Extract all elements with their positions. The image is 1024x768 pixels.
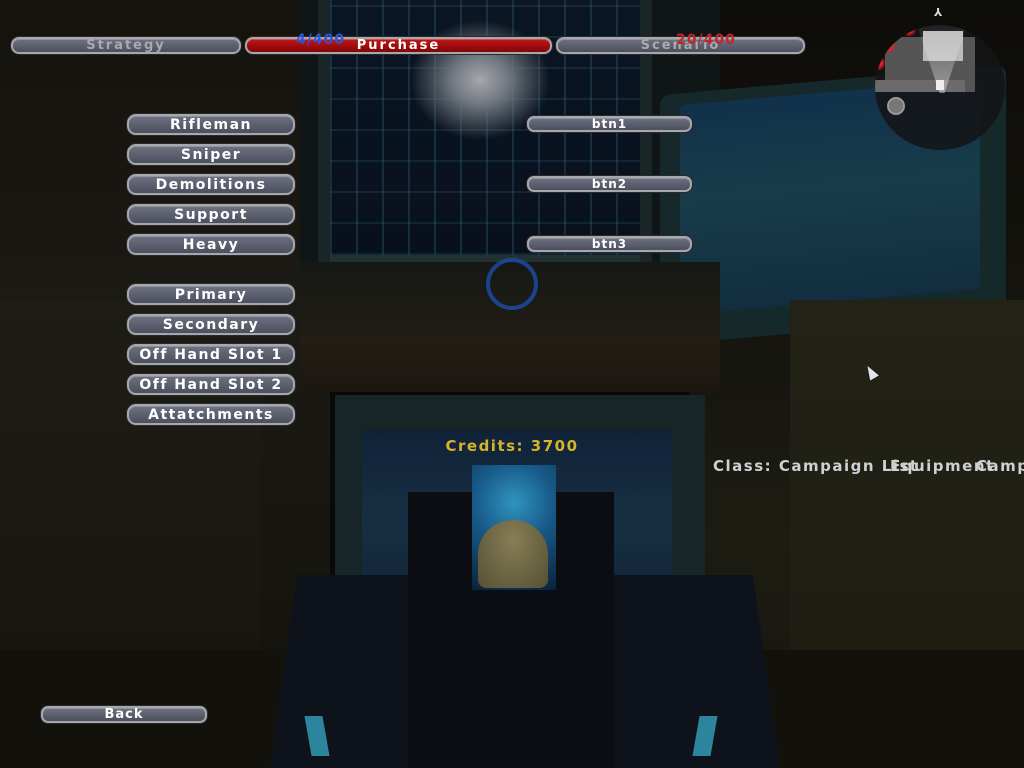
tab-purchase[interactable]: Purchase (245, 37, 552, 54)
item-button-1[interactable]: btn1 (527, 116, 692, 132)
red-team-count: 20/400 (676, 32, 736, 48)
button-label: Demolitions (155, 176, 267, 193)
button-label: Primary (174, 286, 248, 303)
credits-display: Credits: 3700 (445, 437, 579, 455)
enemy-marker-icon (904, 25, 914, 34)
button-label: btn2 (591, 177, 628, 191)
equip-button-secondary[interactable]: Secondary (127, 314, 295, 335)
campaign-label: Campaign (976, 457, 1024, 475)
button-label: Secondary (162, 316, 260, 333)
equip-button-attachments[interactable]: Attatchments (127, 404, 295, 425)
soldier-helmet (478, 520, 548, 588)
button-label: Off Hand Slot 1 (139, 346, 283, 363)
map-walkway (875, 80, 965, 92)
back-button[interactable]: Back (41, 706, 207, 723)
class-button-heavy[interactable]: Heavy (127, 234, 295, 255)
crosshair-reticle-icon (486, 258, 538, 310)
button-label: Heavy (182, 236, 240, 253)
enemy-marker-icon (883, 41, 893, 51)
class-button-rifleman[interactable]: Rifleman (127, 114, 295, 135)
button-label: Attatchments (148, 406, 274, 423)
class-button-sniper[interactable]: Sniper (127, 144, 295, 165)
minimap[interactable] (875, 25, 1005, 150)
class-button-demolitions[interactable]: Demolitions (127, 174, 295, 195)
tab-strategy[interactable]: Strategy (11, 37, 241, 54)
button-label: Sniper (180, 146, 242, 163)
class-button-support[interactable]: Support (127, 204, 295, 225)
armor-shoulder-right (600, 575, 780, 768)
class-label: Class: Campaign List (713, 457, 919, 475)
equip-button-offhand-2[interactable]: Off Hand Slot 2 (127, 374, 295, 395)
item-button-2[interactable]: btn2 (527, 176, 692, 192)
blue-team-count: 4/400 (296, 32, 346, 48)
tab-purchase-label: Purchase (356, 38, 441, 53)
button-label: Rifleman (170, 116, 252, 133)
button-label: Support (174, 206, 248, 223)
north-arrow-icon: ⅄ (934, 6, 943, 19)
button-label: Back (104, 707, 144, 722)
tab-strategy-label: Strategy (86, 38, 166, 53)
equip-button-offhand-1[interactable]: Off Hand Slot 1 (127, 344, 295, 365)
equip-button-primary[interactable]: Primary (127, 284, 295, 305)
player-marker-icon (936, 80, 944, 90)
enemy-marker-icon (875, 58, 883, 68)
button-label: Off Hand Slot 2 (139, 376, 283, 393)
map-turret-icon (887, 97, 905, 115)
item-button-3[interactable]: btn3 (527, 236, 692, 252)
button-label: btn1 (591, 117, 628, 131)
button-label: btn3 (591, 237, 628, 251)
